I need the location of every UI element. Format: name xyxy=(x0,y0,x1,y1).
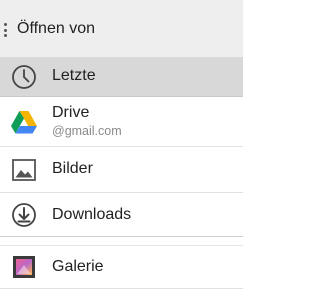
drag-handle-icon[interactable] xyxy=(4,23,7,37)
source-item-downloads[interactable]: Downloads xyxy=(0,194,243,237)
source-item-label: Galerie xyxy=(52,258,104,275)
source-item-recent[interactable]: Letzte xyxy=(0,57,243,97)
source-item-label: Bilder xyxy=(52,160,93,177)
dialog-title: Öffnen von xyxy=(17,20,95,37)
download-icon xyxy=(11,202,37,228)
google-drive-icon xyxy=(11,109,37,135)
source-item-gallery[interactable]: Galerie xyxy=(0,245,243,289)
source-item-label: Drive xyxy=(52,104,90,121)
clock-icon xyxy=(11,64,37,90)
section-divider xyxy=(0,238,243,245)
source-item-label: Downloads xyxy=(52,206,132,223)
open-from-dialog: Öffnen von Letzte Drive @gmail.com Bilde… xyxy=(0,0,243,296)
source-item-label: Letzte xyxy=(52,67,96,84)
source-item-images[interactable]: Bilder xyxy=(0,148,243,193)
account-email: @gmail.com xyxy=(52,124,122,138)
dialog-header: Öffnen von xyxy=(0,0,243,57)
source-item-drive[interactable]: Drive @gmail.com xyxy=(0,98,243,147)
image-icon xyxy=(11,157,37,183)
gallery-icon xyxy=(11,254,37,280)
